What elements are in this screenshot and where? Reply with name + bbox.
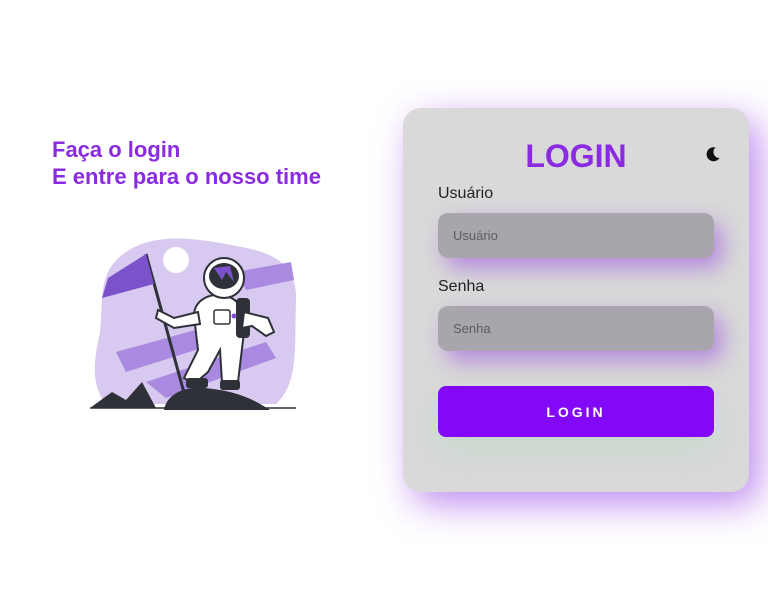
password-label: Senha xyxy=(438,278,485,295)
login-page: Faça o login E entre para o nosso time L… xyxy=(0,0,768,600)
login-title: LOGIN xyxy=(525,138,627,174)
moon-icon[interactable] xyxy=(703,144,723,164)
astronaut-flag-illustration xyxy=(90,238,297,410)
login-button[interactable]: LOGIN xyxy=(438,386,714,437)
username-input[interactable] xyxy=(438,213,714,258)
login-card: LOGIN Usuário Senha LOGIN xyxy=(403,108,749,492)
intro-headline-line2: E entre para o nosso time xyxy=(52,164,321,189)
password-input[interactable] xyxy=(438,306,714,351)
username-label: Usuário xyxy=(438,185,494,202)
intro-headline-line1: Faça o login xyxy=(52,137,181,162)
intro-section: Faça o login E entre para o nosso time xyxy=(52,136,372,190)
